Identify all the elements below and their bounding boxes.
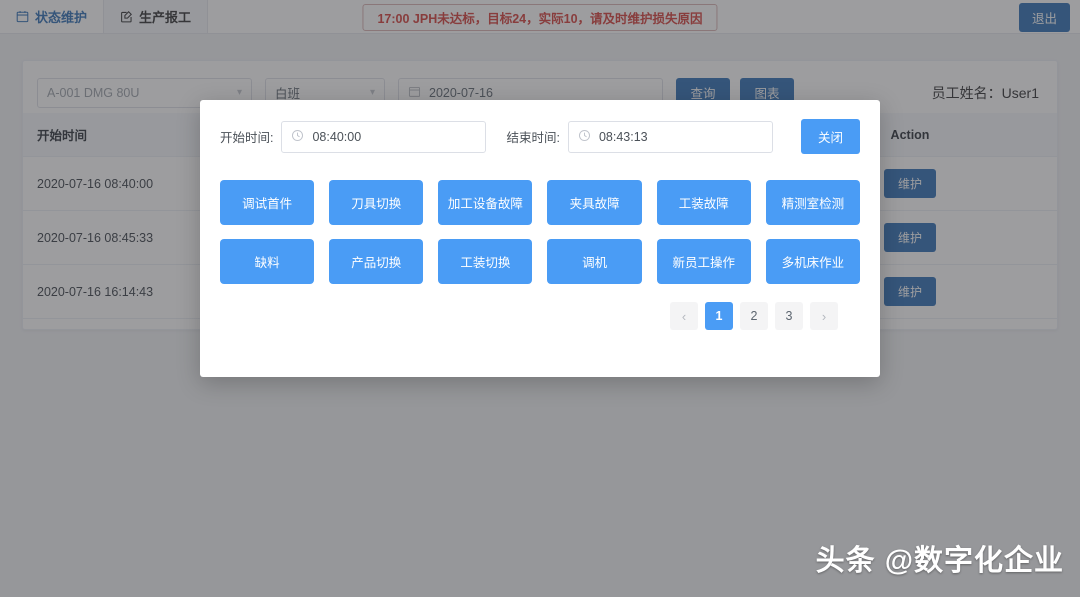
end-time-label: 结束时间: xyxy=(506,127,559,146)
clock-icon xyxy=(291,129,304,145)
end-time-value: 08:43:13 xyxy=(599,130,648,144)
pagination-page-3[interactable]: 3 xyxy=(775,302,803,330)
reason-button[interactable]: 缺料 xyxy=(220,239,314,284)
start-time-label: 开始时间: xyxy=(220,127,273,146)
reason-button[interactable]: 工装故障 xyxy=(657,180,751,225)
reason-button[interactable]: 刀具切换 xyxy=(329,180,423,225)
pagination-next-icon[interactable]: › xyxy=(810,302,838,330)
reason-button[interactable]: 加工设备故障 xyxy=(438,180,532,225)
reason-button[interactable]: 多机床作业 xyxy=(766,239,860,284)
reason-button-grid: 调试首件 刀具切换 加工设备故障 夹具故障 工装故障 精测室检测 缺料 产品切换… xyxy=(220,180,860,284)
time-range-row: 开始时间: 08:40:00 结束时间: 08:43:13 关闭 xyxy=(220,100,860,154)
pagination: ‹ 1 2 3 › xyxy=(220,302,860,330)
clock-icon xyxy=(578,129,591,145)
reason-button[interactable]: 调试首件 xyxy=(220,180,314,225)
watermark: 头条 @数字化企业 xyxy=(816,537,1064,579)
end-time-input[interactable]: 08:43:13 xyxy=(568,121,773,153)
loss-reason-dialog: 开始时间: 08:40:00 结束时间: 08:43:13 关闭 xyxy=(200,100,880,377)
reason-button[interactable]: 工装切换 xyxy=(438,239,532,284)
reason-button[interactable]: 夹具故障 xyxy=(547,180,641,225)
reason-button[interactable]: 调机 xyxy=(547,239,641,284)
reason-button[interactable]: 新员工操作 xyxy=(657,239,751,284)
pagination-page-2[interactable]: 2 xyxy=(740,302,768,330)
start-time-input[interactable]: 08:40:00 xyxy=(281,121,486,153)
reason-button[interactable]: 精测室检测 xyxy=(766,180,860,225)
close-dialog-button[interactable]: 关闭 xyxy=(801,119,860,154)
start-time-value: 08:40:00 xyxy=(312,130,361,144)
reason-button[interactable]: 产品切换 xyxy=(329,239,423,284)
pagination-page-1[interactable]: 1 xyxy=(705,302,733,330)
pagination-prev-icon[interactable]: ‹ xyxy=(670,302,698,330)
